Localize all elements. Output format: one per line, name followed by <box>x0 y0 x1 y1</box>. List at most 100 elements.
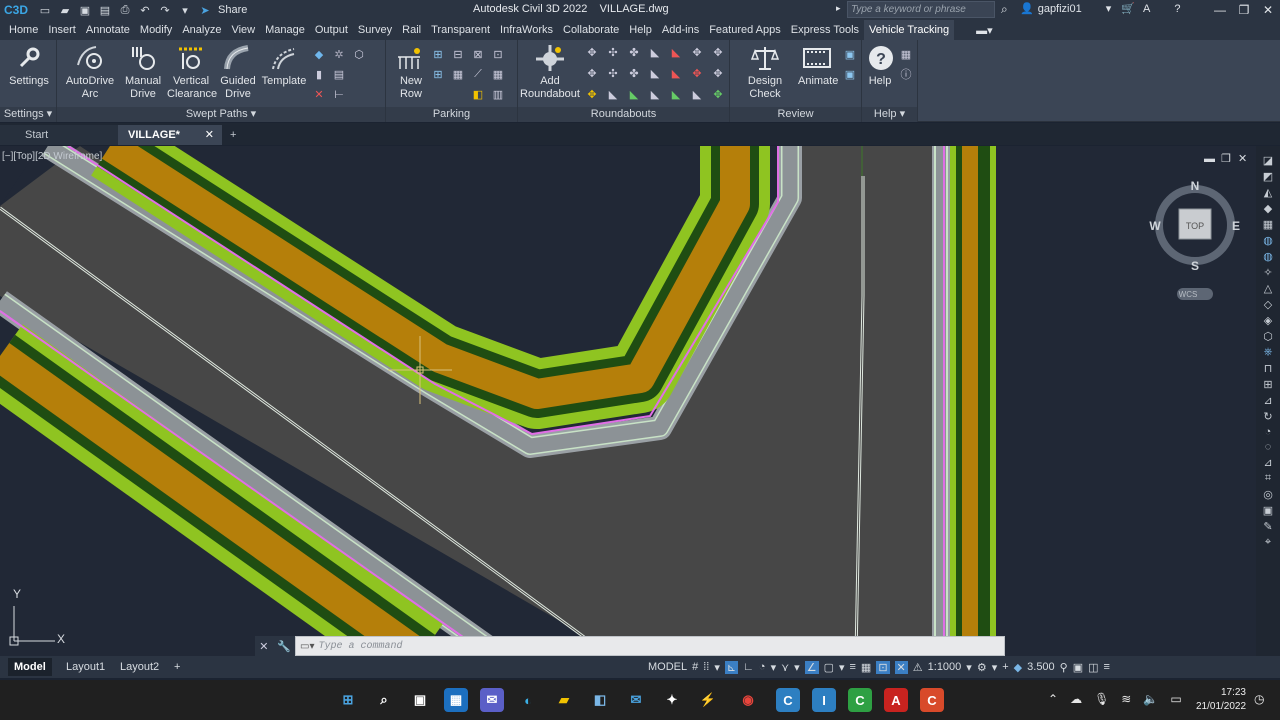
roundabout-b-icon[interactable]: ◣ <box>626 86 642 102</box>
roundabout-swap-icon[interactable]: ✥ <box>584 86 600 102</box>
palette-tool-21-icon[interactable]: ⌗ <box>1265 472 1271 485</box>
path-settings-icon[interactable]: ⬡ <box>351 46 367 62</box>
lightning-app-icon[interactable]: ⚡ <box>696 688 720 712</box>
path-branch-icon[interactable]: ⊢ <box>331 86 347 102</box>
new-tab-icon[interactable]: + <box>230 125 236 145</box>
notification-icon[interactable]: ◷ <box>1254 692 1264 706</box>
polar-tracking-icon[interactable]: ◔ <box>759 661 766 673</box>
tab-view[interactable]: View <box>226 20 260 40</box>
roundabout-check-icon[interactable]: ◣ <box>647 65 663 81</box>
snap-mode-icon[interactable]: ⁞⁞ <box>703 661 709 673</box>
layout-tab-layout2[interactable]: Layout2 <box>114 658 165 676</box>
volume-icon[interactable]: 🔈 <box>1143 692 1158 706</box>
panel-label-swept-paths[interactable]: Swept Paths ▾ <box>57 107 385 122</box>
roundabout-a-icon[interactable]: ◣ <box>605 86 621 102</box>
isolate-icon[interactable]: ⚲ <box>1060 661 1068 674</box>
palette-tool-14-icon[interactable]: ⊓ <box>1264 362 1273 375</box>
snap-dropdown-icon[interactable]: ▾ <box>714 661 720 674</box>
palette-tool-11-icon[interactable]: ◈ <box>1264 314 1272 327</box>
chrome-icon[interactable]: ◉ <box>736 688 760 712</box>
search-input[interactable]: Type a keyword or phrase <box>847 1 995 18</box>
roundabout-lane-icon[interactable]: ✥ <box>584 65 600 81</box>
search-arrow-icon[interactable]: ▸ <box>836 3 841 14</box>
roundabout-remove-icon[interactable]: ◣ <box>668 65 684 81</box>
auto-scale-icon[interactable]: ⚠ <box>913 661 923 674</box>
palette-tool-23-icon[interactable]: ▣ <box>1263 504 1273 517</box>
infraworks-app-icon[interactable]: I <box>812 688 836 712</box>
tab-survey[interactable]: Survey <box>353 20 397 40</box>
report-check-icon[interactable]: ▣ <box>842 66 858 82</box>
parking-bay-icon[interactable]: ⊞ <box>430 46 446 62</box>
polar-dropdown-icon[interactable]: ▾ <box>771 661 777 674</box>
start-menu-icon[interactable]: ⊞ <box>336 688 360 712</box>
panel-label-settings[interactable]: Settings ▾ <box>0 107 56 122</box>
palette-tool-7-icon[interactable]: ◍ <box>1263 250 1273 263</box>
grid-icon[interactable]: ▦ <box>898 46 914 62</box>
ribbon-options-icon[interactable]: ▬▾ <box>976 24 993 37</box>
cart-icon[interactable]: 🛒 <box>1121 2 1135 15</box>
design-check-button[interactable]: Design Check <box>732 44 798 101</box>
palette-tool-10-icon[interactable]: ◇ <box>1264 298 1272 311</box>
undo-icon[interactable]: ↶ <box>138 3 152 17</box>
palette-tool-15-icon[interactable]: ⊞ <box>1263 378 1272 391</box>
palette-tool-3-icon[interactable]: ◭ <box>1264 186 1272 199</box>
palette-tool-22-icon[interactable]: ◎ <box>1263 488 1273 501</box>
panel-label-help[interactable]: Help ▾ <box>862 107 917 122</box>
open-folder-icon[interactable]: ▰ <box>58 3 72 17</box>
tab-analyze[interactable]: Analyze <box>177 20 226 40</box>
command-customize-icon[interactable]: 🔧 <box>277 640 291 653</box>
palette-tool-6-icon[interactable]: ◍ <box>1263 234 1273 247</box>
tab-insert[interactable]: Insert <box>43 20 81 40</box>
roundabout-e-icon[interactable]: ◣ <box>689 86 705 102</box>
clock[interactable]: 17:23 21/01/2022 <box>1196 686 1246 714</box>
green-c-app-icon[interactable]: C <box>848 688 872 712</box>
autodrive-arc-button[interactable]: AutoDrive Arc <box>65 44 115 101</box>
grid-display-icon[interactable]: # <box>692 661 698 673</box>
command-close-icon[interactable]: ✕ <box>259 640 268 653</box>
battery-icon[interactable]: ▭ <box>1170 692 1181 706</box>
drawing-canvas[interactable]: Y X TOP N S E W WCS ▬ ❐ ✕ <box>0 146 1256 656</box>
close-icon[interactable]: ✕ <box>1256 0 1280 20</box>
hardware-accel-icon[interactable]: ▣ <box>1073 661 1083 674</box>
parking-report-icon[interactable]: ◧ <box>470 86 486 102</box>
tab-manage[interactable]: Manage <box>260 20 310 40</box>
wifi-icon[interactable]: ≋ <box>1121 692 1131 706</box>
add-layout-icon[interactable]: + <box>168 658 186 676</box>
edge-browser-icon[interactable]: ◐ <box>516 688 540 712</box>
workspace-dropdown-icon[interactable]: ▾ <box>992 661 998 674</box>
animate-button[interactable]: Animate <box>798 44 838 88</box>
edit-path-icon[interactable]: ◆ <box>311 46 327 62</box>
save-icon[interactable]: ▣ <box>78 3 92 17</box>
palette-tool-18-icon[interactable]: ◔ <box>1265 426 1272 438</box>
annotation-visibility-icon[interactable]: ✕ <box>894 660 908 674</box>
roundabout-d-icon[interactable]: ◣ <box>668 86 684 102</box>
palette-tool-4-icon[interactable]: ◆ <box>1264 202 1272 215</box>
tab-start[interactable]: Start <box>0 125 118 145</box>
path-report-icon[interactable]: ✲ <box>331 46 347 62</box>
share-icon[interactable]: ➤ <box>198 3 212 17</box>
mail-icon[interactable]: ✉ <box>624 688 648 712</box>
search-icon[interactable]: ⌕ <box>1001 2 1008 17</box>
roundabout-exit-icon[interactable]: ◣ <box>668 44 684 60</box>
layout-tab-model[interactable]: Model <box>8 658 52 676</box>
tray-chevron-icon[interactable]: ⌃ <box>1048 692 1058 706</box>
palette-tool-1-icon[interactable]: ◪ <box>1263 154 1273 167</box>
roundabout-island-icon[interactable]: ✤ <box>626 44 642 60</box>
parking-table-icon[interactable]: ▦ <box>450 66 466 82</box>
object-snap-tracking-icon[interactable]: ∠ <box>804 660 819 674</box>
widgets-icon[interactable]: ▦ <box>444 688 468 712</box>
lineweight-display-icon[interactable]: ◆ <box>1014 661 1022 674</box>
cloud-icon[interactable]: ☁ <box>1070 692 1082 706</box>
vertical-clearance-button[interactable]: Vertical Clearance <box>167 44 217 101</box>
help-circle-icon[interactable]: ? <box>1174 3 1180 15</box>
roundabout-c-icon[interactable]: ◣ <box>647 86 663 102</box>
microphone-icon[interactable]: 🎙 <box>1094 692 1109 706</box>
file-explorer-icon[interactable]: ▰ <box>552 688 576 712</box>
command-line[interactable]: ▭▾ Type a command <box>295 636 1005 656</box>
palette-tool-24-icon[interactable]: ✎ <box>1263 520 1272 533</box>
roundabout-entry-icon[interactable]: ◣ <box>647 44 663 60</box>
roundabout-merge-icon[interactable]: ✥ <box>689 44 705 60</box>
palette-tool-19-icon[interactable]: ◌ <box>1265 441 1272 453</box>
palette-tool-2-icon[interactable]: ◩ <box>1263 170 1273 183</box>
lineweight-value[interactable]: 3.500 <box>1027 661 1055 673</box>
